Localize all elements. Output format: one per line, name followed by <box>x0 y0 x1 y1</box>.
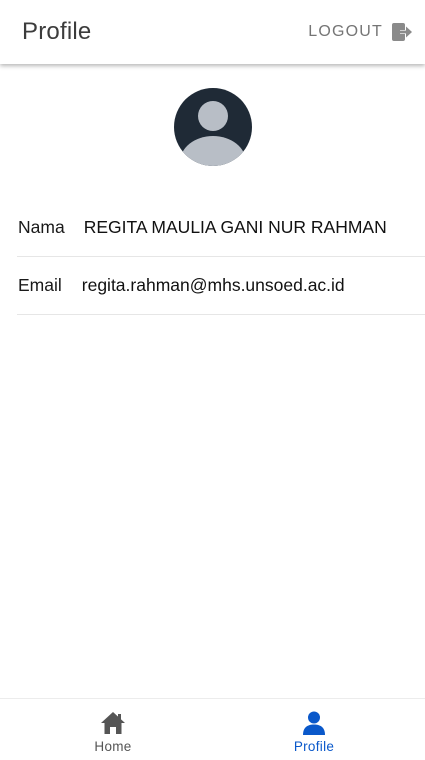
nav-item-home[interactable]: Home <box>43 699 183 760</box>
name-label: Nama <box>18 217 65 237</box>
logout-button[interactable]: LOGOUT <box>308 22 413 42</box>
nav-label-profile: Profile <box>293 739 335 754</box>
app-header: Profile LOGOUT <box>0 0 425 64</box>
bottom-navigation: Home Profile <box>0 698 425 760</box>
logout-icon <box>392 23 412 41</box>
name-value: REGITA MAULIA GANI NUR RAHMAN <box>83 217 387 237</box>
profile-info-list: Nama REGITA MAULIA GANI NUR RAHMAN Email… <box>17 199 425 315</box>
email-value: regita.rahman@mhs.unsoed.ac.id <box>81 275 345 295</box>
logout-label: LOGOUT <box>308 23 383 40</box>
name-row: Nama REGITA MAULIA GANI NUR RAHMAN <box>17 199 425 257</box>
nav-item-profile[interactable]: Profile <box>244 699 384 760</box>
nav-label-home: Home <box>94 739 132 754</box>
page-title: Profile <box>22 18 92 45</box>
home-icon <box>101 712 125 734</box>
default-avatar-icon <box>174 88 252 166</box>
email-label: Email <box>18 275 62 295</box>
person-icon <box>303 711 325 735</box>
email-row: Email regita.rahman@mhs.unsoed.ac.id <box>17 257 425 315</box>
profile-screen: Profile LOGOUT Nama REGITA MAULIA GANI N… <box>0 0 425 760</box>
avatar <box>174 88 252 166</box>
profile-content: Nama REGITA MAULIA GANI NUR RAHMAN Email… <box>0 64 425 698</box>
